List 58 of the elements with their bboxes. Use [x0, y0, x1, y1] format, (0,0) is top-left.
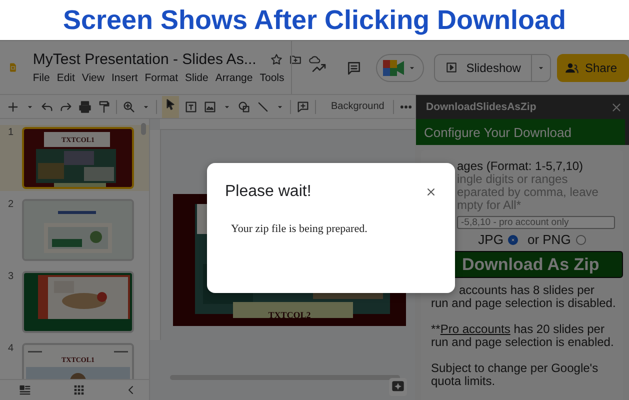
- section-header: Configure Your Download: [416, 119, 629, 145]
- slide-number: 2: [8, 199, 15, 210]
- pro-note: **Pro accounts has 20 slides per run and page selection is enabled.: [431, 323, 615, 349]
- dialog-title: Please wait!: [225, 183, 312, 201]
- print-icon[interactable]: [78, 100, 92, 114]
- cursor-icon[interactable]: [164, 98, 177, 110]
- slide-number: 3: [8, 271, 15, 282]
- banner-title: Screen Shows After Clicking Download: [62, 4, 566, 36]
- radio-button[interactable]: [576, 234, 586, 244]
- star-icon[interactable]: [270, 53, 284, 66]
- menu-item[interactable]: View: [82, 72, 104, 84]
- pro-accounts-link[interactable]: Pro accounts: [440, 322, 510, 336]
- shape-icon[interactable]: [237, 100, 251, 114]
- dialog-message: Your zip file is being prepared.: [231, 223, 368, 235]
- video-camera-icon: [383, 60, 406, 76]
- document-title[interactable]: MyTest Presentation - Slides As...: [32, 51, 256, 68]
- add-comment-icon[interactable]: [296, 100, 310, 114]
- close-icon[interactable]: [610, 100, 623, 114]
- zoom-icon[interactable]: [122, 100, 136, 114]
- menu-item[interactable]: File: [32, 72, 50, 84]
- quota-note: Subject to change per Google's quota limits.: [431, 362, 600, 388]
- menu-item[interactable]: Arrange: [215, 72, 253, 84]
- video-call-button[interactable]: [376, 54, 424, 82]
- assistant-button[interactable]: [389, 378, 407, 396]
- line-icon[interactable]: [256, 100, 270, 114]
- comment-icon[interactable]: [346, 60, 362, 76]
- menu-item[interactable]: Edit: [56, 72, 75, 84]
- list-view-icon[interactable]: [18, 383, 32, 397]
- slide-caption: TXTCOL2: [268, 310, 311, 320]
- panel-title: DownloadSlidesAsZip: [426, 101, 536, 113]
- plus-icon[interactable]: [6, 100, 20, 114]
- scrollbar[interactable]: [141, 123, 146, 135]
- slide-number: 1: [8, 127, 15, 138]
- note-text: run and page selection is disabled.: [431, 297, 617, 310]
- note-text: accounts has 8 slides per: [458, 284, 596, 297]
- image-icon[interactable]: [203, 100, 217, 114]
- menu-item[interactable]: Format: [144, 72, 178, 84]
- paint-roller-icon[interactable]: [97, 100, 111, 114]
- format-label: JPG: [478, 233, 504, 246]
- person-icon: [564, 60, 579, 74]
- background-button[interactable]: Background: [327, 101, 388, 112]
- cloud-icon[interactable]: [308, 53, 322, 66]
- text-box-icon[interactable]: [184, 100, 198, 114]
- grid-view-icon[interactable]: [72, 383, 86, 397]
- pages-label: ages (Format: 1-5,7,10): [456, 160, 584, 173]
- play-icon: [445, 61, 458, 74]
- share-button[interactable]: Share: [556, 54, 629, 82]
- pages-field[interactable]: -5,8,10 - pro account only: [457, 216, 615, 229]
- menu-item[interactable]: Slide: [185, 72, 208, 84]
- folder-icon[interactable]: [289, 53, 302, 66]
- slide-number: 4: [8, 343, 15, 354]
- sparkle-icon: [391, 380, 405, 394]
- menu-item[interactable]: Insert: [111, 72, 138, 84]
- menu-item[interactable]: Tools: [260, 72, 284, 84]
- close-icon[interactable]: [425, 186, 437, 198]
- radio-button[interactable]: [508, 234, 518, 244]
- format-label: or PNG: [527, 233, 571, 246]
- scrollbar[interactable]: [170, 375, 400, 380]
